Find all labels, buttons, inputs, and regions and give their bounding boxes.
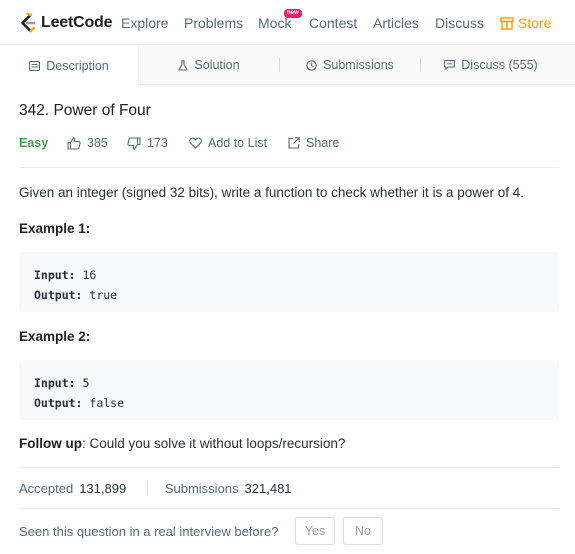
example-1-output-label: Output: bbox=[34, 288, 83, 302]
follow-up: Follow up: Could you solve it without lo… bbox=[19, 436, 345, 451]
divider bbox=[19, 467, 559, 468]
follow-up-text: : Could you solve it without loops/recur… bbox=[82, 436, 346, 451]
tab-solution[interactable]: Solution bbox=[139, 45, 279, 85]
example-2-output: false bbox=[89, 396, 125, 410]
share-icon bbox=[288, 137, 300, 149]
tab-discuss[interactable]: Discuss (555) bbox=[421, 45, 561, 85]
example-2-input-label: Input: bbox=[34, 376, 76, 390]
brand-name: LeetCode bbox=[41, 14, 113, 31]
flask-icon bbox=[178, 59, 188, 71]
problem-stats: Accepted 131,899 Submissions 321,481 bbox=[19, 481, 292, 496]
yes-button[interactable]: Yes bbox=[295, 517, 335, 545]
problem-title: 342. Power of Four bbox=[19, 102, 151, 119]
no-button[interactable]: No bbox=[343, 517, 383, 545]
tab-description[interactable]: Description bbox=[0, 45, 139, 86]
like-button[interactable]: 385 bbox=[67, 136, 108, 150]
nav-problems[interactable]: Problems bbox=[184, 15, 243, 31]
nav-contest[interactable]: Contest bbox=[309, 15, 357, 31]
thumbs-up-icon bbox=[67, 136, 81, 150]
store-label: Store bbox=[518, 15, 552, 31]
problem-tabs: Description Solution Submissions Discuss… bbox=[0, 45, 575, 86]
discuss-icon bbox=[444, 60, 456, 70]
example-1-output: true bbox=[89, 288, 118, 302]
tab-discuss-label: Discuss (555) bbox=[461, 58, 538, 72]
share-button[interactable]: Share bbox=[288, 136, 339, 150]
leetcode-logo[interactable]: LeetCode bbox=[18, 12, 113, 34]
divider bbox=[19, 167, 559, 168]
tab-submissions-label: Submissions bbox=[323, 58, 394, 72]
accepted-label: Accepted bbox=[19, 481, 74, 496]
example-1-code: Input: 16 Output: true bbox=[19, 252, 559, 312]
example-1-title: Example 1: bbox=[19, 221, 91, 236]
nav-store[interactable]: Store bbox=[500, 15, 551, 31]
problem-description: Given an integer (signed 32 bits), write… bbox=[19, 185, 525, 200]
tab-solution-label: Solution bbox=[194, 58, 240, 72]
example-1-input-label: Input: bbox=[34, 268, 76, 282]
nav-discuss[interactable]: Discuss bbox=[435, 15, 484, 31]
nav-explore[interactable]: Explore bbox=[121, 15, 168, 31]
description-icon bbox=[29, 60, 41, 71]
difficulty-badge: Easy bbox=[19, 136, 49, 150]
heart-icon bbox=[189, 137, 202, 149]
dislike-button[interactable]: 173 bbox=[127, 136, 168, 150]
divider bbox=[19, 508, 559, 509]
clock-icon bbox=[306, 59, 317, 71]
add-to-list-label: Add to List bbox=[208, 136, 268, 150]
like-count: 385 bbox=[87, 136, 108, 150]
example-2-output-label: Output: bbox=[34, 396, 83, 410]
submissions-count: 321,481 bbox=[244, 481, 292, 496]
thumbs-down-icon bbox=[127, 136, 141, 150]
example-2-code: Input: 5 Output: false bbox=[19, 360, 559, 420]
interview-question: Seen this question in a real interview b… bbox=[19, 524, 279, 539]
store-icon bbox=[500, 16, 514, 30]
submissions-label: Submissions bbox=[164, 481, 239, 496]
add-to-list-button[interactable]: Add to List bbox=[189, 136, 267, 150]
share-label: Share bbox=[306, 136, 340, 150]
dislike-count: 173 bbox=[147, 136, 168, 150]
tab-submissions[interactable]: Submissions bbox=[280, 45, 420, 85]
leetcode-logo-icon bbox=[21, 13, 36, 33]
example-1-input: 16 bbox=[82, 268, 97, 282]
stats-divider bbox=[147, 481, 148, 496]
nav-articles[interactable]: Articles bbox=[373, 15, 419, 31]
accepted-count: 131,899 bbox=[79, 481, 127, 496]
example-2-input: 5 bbox=[82, 376, 90, 390]
follow-up-label: Follow up bbox=[19, 436, 82, 451]
example-2-title: Example 2: bbox=[19, 329, 91, 344]
new-badge: new bbox=[284, 9, 302, 18]
top-nav: LeetCode Explore Problems Mock new Conte… bbox=[0, 0, 575, 45]
tab-description-label: Description bbox=[46, 58, 109, 73]
